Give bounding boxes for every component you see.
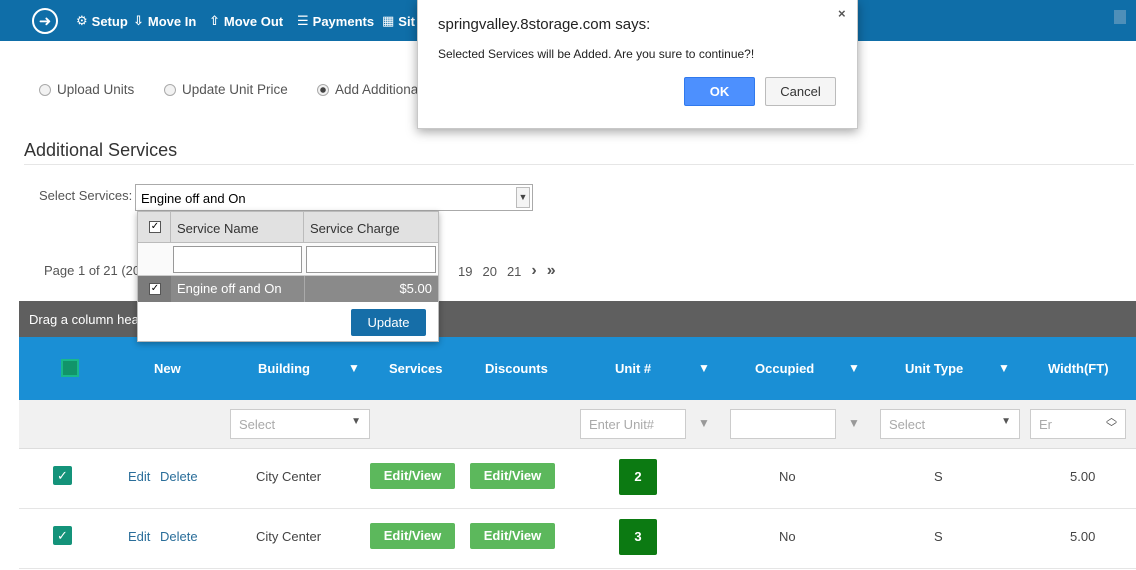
row-checkbox[interactable]: ✓ xyxy=(53,466,72,485)
table-row: ✓ Edit Delete City Center Edit/View Edit… xyxy=(19,509,1136,569)
filter-icon[interactable]: ▼ xyxy=(998,361,1010,375)
radio-dot[interactable] xyxy=(164,83,176,96)
section-title: Additional Services xyxy=(24,140,178,160)
width-filter-input[interactable]: Er ︿ ﹀ xyxy=(1030,409,1126,439)
width-cell: 5.00 xyxy=(1070,469,1096,484)
page-link[interactable]: 20 xyxy=(482,264,496,279)
services-edit-view-button[interactable]: Edit/View xyxy=(370,523,455,549)
nav-site[interactable]: ▦ Sit xyxy=(382,13,415,29)
width-cell: 5.00 xyxy=(1070,529,1096,544)
discounts-edit-view-button[interactable]: Edit/View xyxy=(470,463,555,489)
unit-type-cell: S xyxy=(934,469,943,484)
header-new[interactable]: New xyxy=(154,361,181,376)
dropdown-filter-row xyxy=(138,243,438,276)
header-building[interactable]: Building xyxy=(258,361,310,376)
filter-icon[interactable]: ▼ xyxy=(848,416,860,430)
table-row: ✓ Edit Delete City Center Edit/View Edit… xyxy=(19,449,1136,509)
pager-info: Page 1 of 21 (20 xyxy=(44,263,141,278)
edit-link[interactable]: Edit xyxy=(128,469,150,484)
header-unit[interactable]: Unit # xyxy=(615,361,651,376)
confirm-dialog: springvalley.8storage.com says: × Select… xyxy=(417,0,858,129)
discounts-edit-view-button[interactable]: Edit/View xyxy=(470,523,555,549)
cancel-button[interactable]: Cancel xyxy=(765,77,836,106)
unit-filter-input[interactable]: Enter Unit# xyxy=(580,409,686,439)
service-charge-header[interactable]: Service Charge xyxy=(310,221,400,236)
select-services-label: Select Services: xyxy=(39,188,133,203)
grid-header: New Building ▼ Services Discounts Unit #… xyxy=(19,337,1136,400)
close-icon[interactable]: × xyxy=(838,6,846,21)
dropdown-row-checkbox[interactable]: ✓ xyxy=(149,283,161,295)
last-page-icon[interactable]: » xyxy=(547,262,556,280)
radio-upload-units[interactable]: Upload Units xyxy=(39,82,134,97)
services-edit-view-button[interactable]: Edit/View xyxy=(370,463,455,489)
building-cell: City Center xyxy=(256,469,322,484)
radio-dot[interactable] xyxy=(39,83,51,96)
edit-link[interactable]: Edit xyxy=(128,529,150,544)
header-unit-type[interactable]: Unit Type xyxy=(905,361,963,376)
delete-link[interactable]: Delete xyxy=(160,469,198,484)
services-dropdown: ✓ Service Name Service Charge ✓ Engine o… xyxy=(137,211,439,342)
occupied-cell: No xyxy=(779,469,796,484)
database-icon: ☰ xyxy=(297,13,309,28)
service-charge-filter-input[interactable] xyxy=(306,246,436,273)
nav-move-out[interactable]: ⇧ Move Out xyxy=(209,13,283,29)
dialog-message: Selected Services will be Added. Are you… xyxy=(438,47,755,61)
service-charge-cell: $5.00 xyxy=(399,281,432,296)
service-name-cell: Engine off and On xyxy=(177,281,282,296)
building-filter-select[interactable]: Select ▼ xyxy=(230,409,370,439)
dropdown-select-all-checkbox[interactable]: ✓ xyxy=(149,221,161,233)
dropdown-header: ✓ Service Name Service Charge xyxy=(138,212,438,243)
divider xyxy=(304,276,305,302)
divider xyxy=(24,164,1134,165)
filter-icon[interactable]: ▼ xyxy=(698,361,710,375)
move-in-icon: ⇩ xyxy=(133,13,144,28)
home-arrow-icon[interactable]: ➜ xyxy=(32,8,58,34)
services-select[interactable]: Engine off and On ▼ xyxy=(135,184,533,211)
filter-icon[interactable]: ▼ xyxy=(698,416,710,430)
filter-icon[interactable]: ▼ xyxy=(848,361,860,375)
filter-row: Select ▼ Enter Unit# ▼ ▼ Select ▼ Er ︿ ﹀ xyxy=(19,400,1136,449)
chevron-down-icon[interactable]: ▼ xyxy=(516,187,530,208)
header-occupied[interactable]: Occupied xyxy=(755,361,814,376)
header-discounts[interactable]: Discounts xyxy=(485,361,548,376)
chevron-down-icon: ▼ xyxy=(351,416,361,427)
row-checkbox[interactable]: ✓ xyxy=(53,526,72,545)
occupied-cell: No xyxy=(779,529,796,544)
gear-icon: ⚙ xyxy=(76,13,88,28)
unit-type-cell: S xyxy=(934,529,943,544)
unit-badge[interactable]: 3 xyxy=(619,519,657,555)
page-link[interactable]: 21 xyxy=(507,264,521,279)
pager: 19 20 21 › » xyxy=(458,262,556,280)
grid-icon: ▦ xyxy=(382,13,395,28)
radio-add-services[interactable]: Add Additiona xyxy=(317,82,418,97)
dialog-title: springvalley.8storage.com says: xyxy=(438,16,651,33)
nav-setup[interactable]: ⚙ Setup xyxy=(76,13,128,29)
spinner-icon[interactable]: ︿ ﹀ xyxy=(1106,413,1117,434)
nav-payments[interactable]: ☰ Payments xyxy=(297,13,374,29)
dropdown-row[interactable]: ✓ Engine off and On $5.00 xyxy=(138,276,438,302)
unit-badge[interactable]: 2 xyxy=(619,459,657,495)
ok-button[interactable]: OK xyxy=(684,77,755,106)
next-page-icon[interactable]: › xyxy=(531,262,536,280)
move-out-icon: ⇧ xyxy=(209,13,220,28)
delete-link[interactable]: Delete xyxy=(160,529,198,544)
radio-update-unit-price[interactable]: Update Unit Price xyxy=(164,82,288,97)
filter-icon[interactable]: ▼ xyxy=(348,361,360,375)
nav-scroll-thumb[interactable] xyxy=(1114,10,1126,24)
update-button[interactable]: Update xyxy=(351,309,426,336)
occupied-filter-input[interactable] xyxy=(730,409,836,439)
service-name-filter-input[interactable] xyxy=(173,246,302,273)
chevron-down-icon: ▼ xyxy=(1001,416,1011,427)
select-all-checkbox[interactable] xyxy=(61,359,79,377)
radio-dot-selected[interactable] xyxy=(317,83,329,96)
building-cell: City Center xyxy=(256,529,322,544)
header-services[interactable]: Services xyxy=(389,361,443,376)
page-link[interactable]: 19 xyxy=(458,264,472,279)
service-name-header[interactable]: Service Name xyxy=(177,221,259,236)
header-width[interactable]: Width(FT) xyxy=(1048,361,1109,376)
nav-move-in[interactable]: ⇩ Move In xyxy=(133,13,196,29)
unit-type-filter-select[interactable]: Select ▼ xyxy=(880,409,1020,439)
